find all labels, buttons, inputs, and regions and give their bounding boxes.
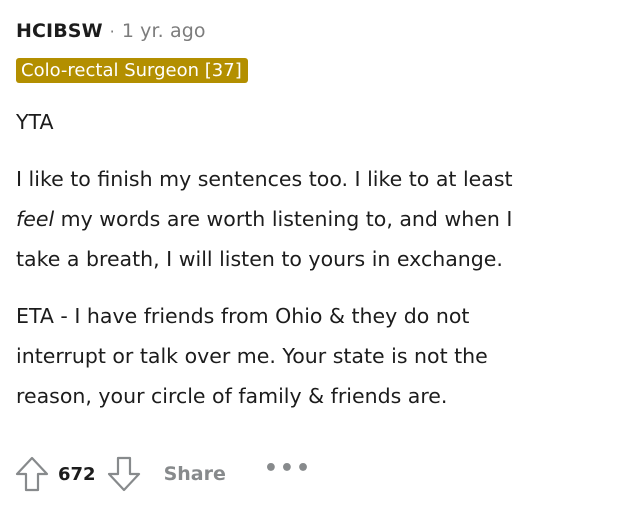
user-flair: Colo-rectal Surgeon [37] [16, 58, 248, 83]
paragraph-line: ETA - I have friends from Ohio & they do… [16, 304, 470, 328]
comment-age[interactable]: 1 yr. ago [122, 20, 206, 42]
comment: HCIBSW · 1 yr. ago Colo-rectal Surgeon [… [16, 14, 616, 433]
emphasis-text: feel [16, 207, 55, 231]
paragraph-line: take a breath, I will listen to yours in… [16, 247, 503, 271]
paragraph-line: interrupt or talk over me. Your state is… [16, 344, 488, 368]
comment-body: YTA I like to finish my sentences too. I… [16, 102, 616, 416]
body-paragraph-2: ETA - I have friends from Ohio & they do… [16, 296, 616, 416]
paragraph-line: my words are worth listening to, and whe… [54, 207, 513, 231]
comment-actions: 672 Share ••• [14, 454, 312, 494]
author-username[interactable]: HCIBSW [16, 20, 103, 42]
upvote-arrow-icon[interactable] [14, 456, 50, 492]
more-options-button[interactable]: ••• [264, 456, 312, 481]
upvote-arrow-svg [15, 456, 49, 492]
verdict-paragraph: YTA [16, 102, 616, 142]
share-button[interactable]: Share [164, 463, 226, 485]
meta-separator: · [109, 21, 115, 41]
paragraph-line: I like to finish my sentences too. I lik… [16, 167, 513, 191]
paragraph-line: reason, your circle of family & friends … [16, 384, 448, 408]
comment-meta: HCIBSW · 1 yr. ago [16, 14, 616, 48]
verdict-text: YTA [16, 110, 54, 134]
vote-score: 672 [58, 463, 96, 485]
downvote-arrow-icon[interactable] [106, 456, 142, 492]
body-paragraph-1: I like to finish my sentences too. I lik… [16, 159, 616, 279]
downvote-arrow-svg [107, 456, 140, 492]
